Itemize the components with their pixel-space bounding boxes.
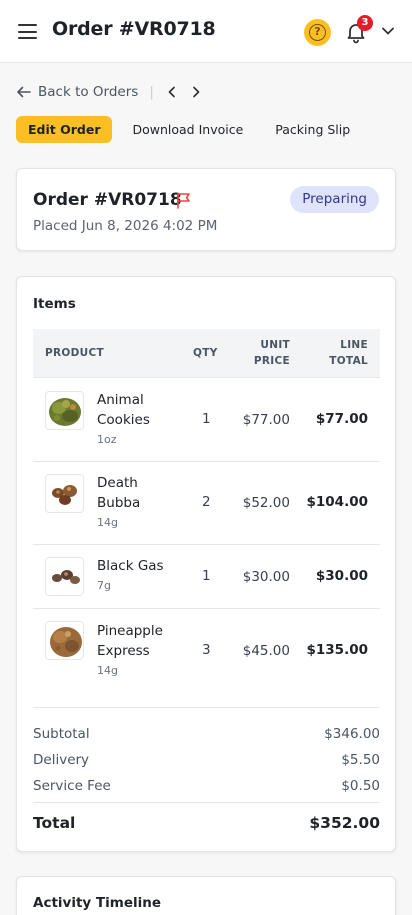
subtotal-label: Subtotal [33,726,90,742]
service-fee-label: Service Fee [33,778,111,794]
placed-date: Placed Jun 8, 2026 4:02 PM [33,218,218,234]
separator: | [149,84,154,100]
product-name-line1: Black Gas [97,558,164,574]
product-name: Pineapple Express [97,621,163,661]
line-total: $104.00 [306,494,369,510]
notification-badge: 3 [357,15,373,31]
product-name-line2: Express [97,643,150,659]
page-title: Order #VR0718 [52,18,216,40]
divider [33,802,380,803]
quantity: 1 [202,411,211,427]
unit-price: $52.00 [242,495,290,511]
column-product: PRODUCT [45,347,104,359]
product-thumbnail [45,557,84,596]
table-row: Animal Cookies 1oz 1 $77.00 $77.00 [33,378,380,462]
service-fee-value: $0.50 [341,778,380,794]
top-bar: Order #VR0718 ? 3 [0,0,412,63]
edit-order-button[interactable]: Edit Order [16,116,113,143]
arrow-left-icon [17,86,31,98]
product-size: 14g [97,516,118,529]
product-name-line1: Pineapple [97,623,163,639]
product-name: Animal Cookies [97,390,150,430]
order-summary-card: Order #VR0718 Placed Jun 8, 2026 4:02 PM… [16,168,396,251]
product-name-line1: Animal [97,392,144,408]
quantity: 1 [202,568,211,584]
packing-slip-button[interactable]: Packing Slip [275,122,350,137]
column-qty: QTY [193,347,218,359]
sub-nav: Back to Orders | [16,83,213,101]
product-name-line1: Death [97,475,138,491]
subtotal-row: Subtotal $346.00 [33,726,380,742]
column-unit-price: UNIT PRICE [254,337,290,369]
product-size: 7g [97,579,111,592]
flag-icon[interactable] [175,191,193,209]
help-glyph: ? [309,24,326,41]
activity-title: Activity Timeline [33,895,161,911]
delivery-label: Delivery [33,752,90,768]
back-label: Back to Orders [38,84,139,100]
product-thumbnail [45,621,84,660]
column-line-total-line2: TOTAL [329,355,368,367]
product-thumbnail [45,391,84,430]
product-size: 1oz [97,433,117,446]
order-actions: Edit Order Download Invoice Packing Slip [16,116,350,143]
table-header: PRODUCT QTY UNIT PRICE LINE TOTAL [33,329,380,378]
line-total: $77.00 [315,411,368,427]
unit-price: $45.00 [242,643,290,659]
column-unit-price-line2: PRICE [253,355,290,367]
product-thumbnail [45,474,84,513]
product-size: 14g [97,664,118,677]
items-title: Items [33,296,76,312]
table-row: Pineapple Express 14g 3 $45.00 $135.00 [33,609,380,708]
chevron-down-icon[interactable] [381,26,395,36]
total-label: Total [33,814,76,832]
column-unit-price-line1: UNIT [260,339,290,351]
total-row: Total $352.00 [33,814,380,832]
line-total: $30.00 [315,568,368,584]
product-name: Death Bubba [97,473,140,513]
column-line-total-line1: LINE [340,339,368,351]
subtotal-value: $346.00 [324,726,380,742]
quantity: 3 [202,642,211,658]
chevron-left-icon[interactable] [165,85,179,99]
activity-timeline-card: Activity Timeline [16,876,396,915]
table-row: Death Bubba 14g 2 $52.00 $104.00 [33,462,380,545]
delivery-value: $5.50 [341,752,380,768]
line-total: $135.00 [306,642,369,658]
order-title: Order #VR0718 [33,190,182,210]
status-badge: Preparing [290,186,379,213]
column-line-total: LINE TOTAL [329,337,368,369]
product-name-line2: Cookies [97,412,150,428]
items-card: Items PRODUCT QTY UNIT PRICE LINE TOTAL … [16,276,396,852]
download-invoice-button[interactable]: Download Invoice [132,122,243,137]
unit-price: $77.00 [242,412,290,428]
service-fee-row: Service Fee $0.50 [33,778,380,794]
product-name: Black Gas [97,556,164,576]
unit-price: $30.00 [242,569,290,585]
product-name-line2: Bubba [97,495,141,511]
menu-icon[interactable] [18,24,37,39]
total-value: $352.00 [309,814,380,832]
chevron-right-icon[interactable] [189,85,203,99]
table-row: Black Gas 7g 1 $30.00 $30.00 [33,545,380,609]
back-to-orders-link[interactable]: Back to Orders [16,84,138,100]
delivery-row: Delivery $5.50 [33,752,380,768]
help-icon[interactable]: ? [304,19,331,46]
quantity: 2 [202,494,211,510]
